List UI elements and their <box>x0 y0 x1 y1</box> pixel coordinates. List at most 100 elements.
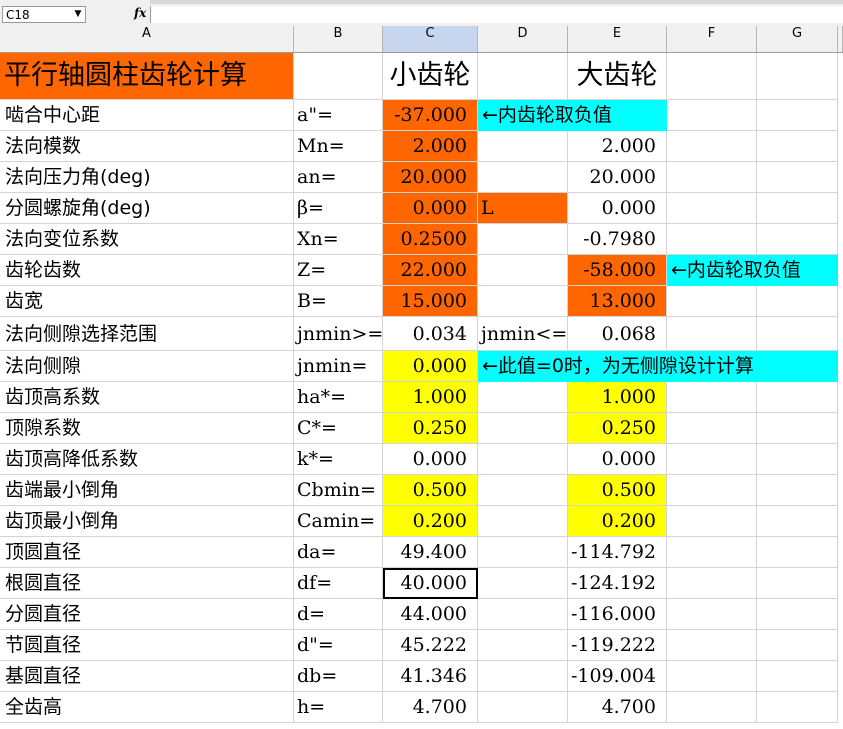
column-header-a[interactable]: A <box>0 26 294 52</box>
parameter-label[interactable]: 分圆螺旋角(deg) <box>0 193 294 224</box>
cell[interactable] <box>667 413 757 444</box>
cell[interactable] <box>667 475 757 506</box>
sheet-title[interactable]: 平行轴圆柱齿轮计算 <box>0 53 294 100</box>
cell[interactable] <box>757 568 838 599</box>
column-d-cell[interactable] <box>478 661 568 692</box>
parameter-symbol[interactable]: k*= <box>294 444 383 475</box>
parameter-symbol[interactable]: db= <box>294 661 383 692</box>
cell[interactable] <box>757 100 838 131</box>
column-header-h[interactable] <box>838 26 843 52</box>
column-header-b[interactable]: B <box>294 26 383 52</box>
parameter-label[interactable]: 法向侧隙选择范围 <box>0 317 294 351</box>
cell[interactable] <box>757 475 838 506</box>
cell[interactable] <box>757 131 838 162</box>
cell[interactable] <box>667 630 757 661</box>
parameter-label[interactable]: 分圆直径 <box>0 599 294 630</box>
parameter-label[interactable]: 齿顶高降低系数 <box>0 444 294 475</box>
cell[interactable] <box>757 382 838 413</box>
header-small-gear[interactable]: 小齿轮 <box>383 53 478 100</box>
cell[interactable] <box>757 537 838 568</box>
parameter-label[interactable]: 齿端最小倒角 <box>0 475 294 506</box>
pinion-value[interactable]: 0.250 <box>383 413 478 444</box>
column-d-cell[interactable] <box>478 444 568 475</box>
chevron-down-icon[interactable]: ▼ <box>70 8 86 21</box>
parameter-label[interactable]: 法向变位系数 <box>0 224 294 255</box>
pinion-value[interactable]: 0.000 <box>383 351 478 382</box>
parameter-symbol[interactable]: d= <box>294 599 383 630</box>
gear-value[interactable]: 1.000 <box>568 382 667 413</box>
cell[interactable] <box>757 286 838 317</box>
column-d-cell[interactable] <box>478 382 568 413</box>
parameter-label[interactable]: 齿顶高系数 <box>0 382 294 413</box>
column-header-c[interactable]: C <box>383 26 478 52</box>
gear-value[interactable]: 0.000 <box>568 193 667 224</box>
column-header-e[interactable]: E <box>568 26 667 52</box>
parameter-symbol[interactable]: Xn= <box>294 224 383 255</box>
parameter-symbol[interactable]: d"= <box>294 630 383 661</box>
parameter-symbol[interactable]: β= <box>294 193 383 224</box>
cell[interactable] <box>757 692 838 723</box>
cell[interactable] <box>757 224 838 255</box>
cell[interactable] <box>667 506 757 537</box>
pinion-value[interactable]: 45.222 <box>383 630 478 661</box>
parameter-label[interactable]: 顶圆直径 <box>0 537 294 568</box>
column-d-cell[interactable] <box>478 413 568 444</box>
cell[interactable] <box>667 537 757 568</box>
column-header-d[interactable]: D <box>478 26 568 52</box>
parameter-symbol[interactable]: B= <box>294 286 383 317</box>
parameter-symbol[interactable]: jnmin= <box>294 351 383 382</box>
cell[interactable] <box>757 599 838 630</box>
cell[interactable] <box>667 382 757 413</box>
cell[interactable] <box>667 53 757 100</box>
gear-value[interactable]: -124.192 <box>568 568 667 599</box>
cell[interactable] <box>667 599 757 630</box>
cell[interactable] <box>667 193 757 224</box>
parameter-symbol[interactable]: ha*= <box>294 382 383 413</box>
cell[interactable] <box>757 193 838 224</box>
parameter-symbol[interactable]: jnmin>= <box>294 317 383 351</box>
parameter-symbol[interactable]: Cbmin= <box>294 475 383 506</box>
pinion-value[interactable]: 0.2500 <box>383 224 478 255</box>
parameter-label[interactable]: 啮合中心距 <box>0 100 294 131</box>
pinion-value[interactable]: 1.000 <box>383 382 478 413</box>
column-d-cell[interactable] <box>478 286 568 317</box>
parameter-label[interactable]: 齿宽 <box>0 286 294 317</box>
cell[interactable] <box>667 692 757 723</box>
parameter-label[interactable]: 全齿高 <box>0 692 294 723</box>
cell[interactable] <box>667 224 757 255</box>
column-d-cell[interactable] <box>478 506 568 537</box>
pinion-value[interactable]: 40.000 <box>383 568 478 599</box>
cell[interactable] <box>757 413 838 444</box>
header-large-gear[interactable]: 大齿轮 <box>568 53 667 100</box>
pinion-value[interactable]: 0.000 <box>383 444 478 475</box>
gear-value[interactable]: 13.000 <box>568 286 667 317</box>
parameter-symbol[interactable]: a"= <box>294 100 383 131</box>
pinion-value[interactable]: 0.000 <box>383 193 478 224</box>
pinion-value[interactable]: 0.200 <box>383 506 478 537</box>
cell[interactable] <box>667 317 757 351</box>
column-header-g[interactable]: G <box>757 26 838 52</box>
cell[interactable] <box>757 630 838 661</box>
gear-value[interactable]: -119.222 <box>568 630 667 661</box>
cell[interactable] <box>757 444 838 475</box>
parameter-label[interactable]: 齿顶最小倒角 <box>0 506 294 537</box>
pinion-value[interactable]: 15.000 <box>383 286 478 317</box>
cell[interactable] <box>667 131 757 162</box>
parameter-symbol[interactable]: da= <box>294 537 383 568</box>
gear-value[interactable]: 20.000 <box>568 162 667 193</box>
cell[interactable] <box>757 317 838 351</box>
column-d-cell[interactable]: L <box>478 193 568 224</box>
gear-value[interactable]: 0.500 <box>568 475 667 506</box>
gear-value[interactable]: -0.7980 <box>568 224 667 255</box>
cell[interactable] <box>667 661 757 692</box>
cell[interactable] <box>757 162 838 193</box>
column-d-cell[interactable] <box>478 131 568 162</box>
column-header-f[interactable]: F <box>667 26 757 52</box>
pinion-value[interactable]: 0.500 <box>383 475 478 506</box>
gear-value[interactable]: 0.250 <box>568 413 667 444</box>
cell[interactable] <box>757 53 838 100</box>
parameter-label[interactable]: 基圆直径 <box>0 661 294 692</box>
parameter-label[interactable]: 节圆直径 <box>0 630 294 661</box>
column-d-cell[interactable] <box>478 224 568 255</box>
column-d-cell[interactable] <box>478 162 568 193</box>
